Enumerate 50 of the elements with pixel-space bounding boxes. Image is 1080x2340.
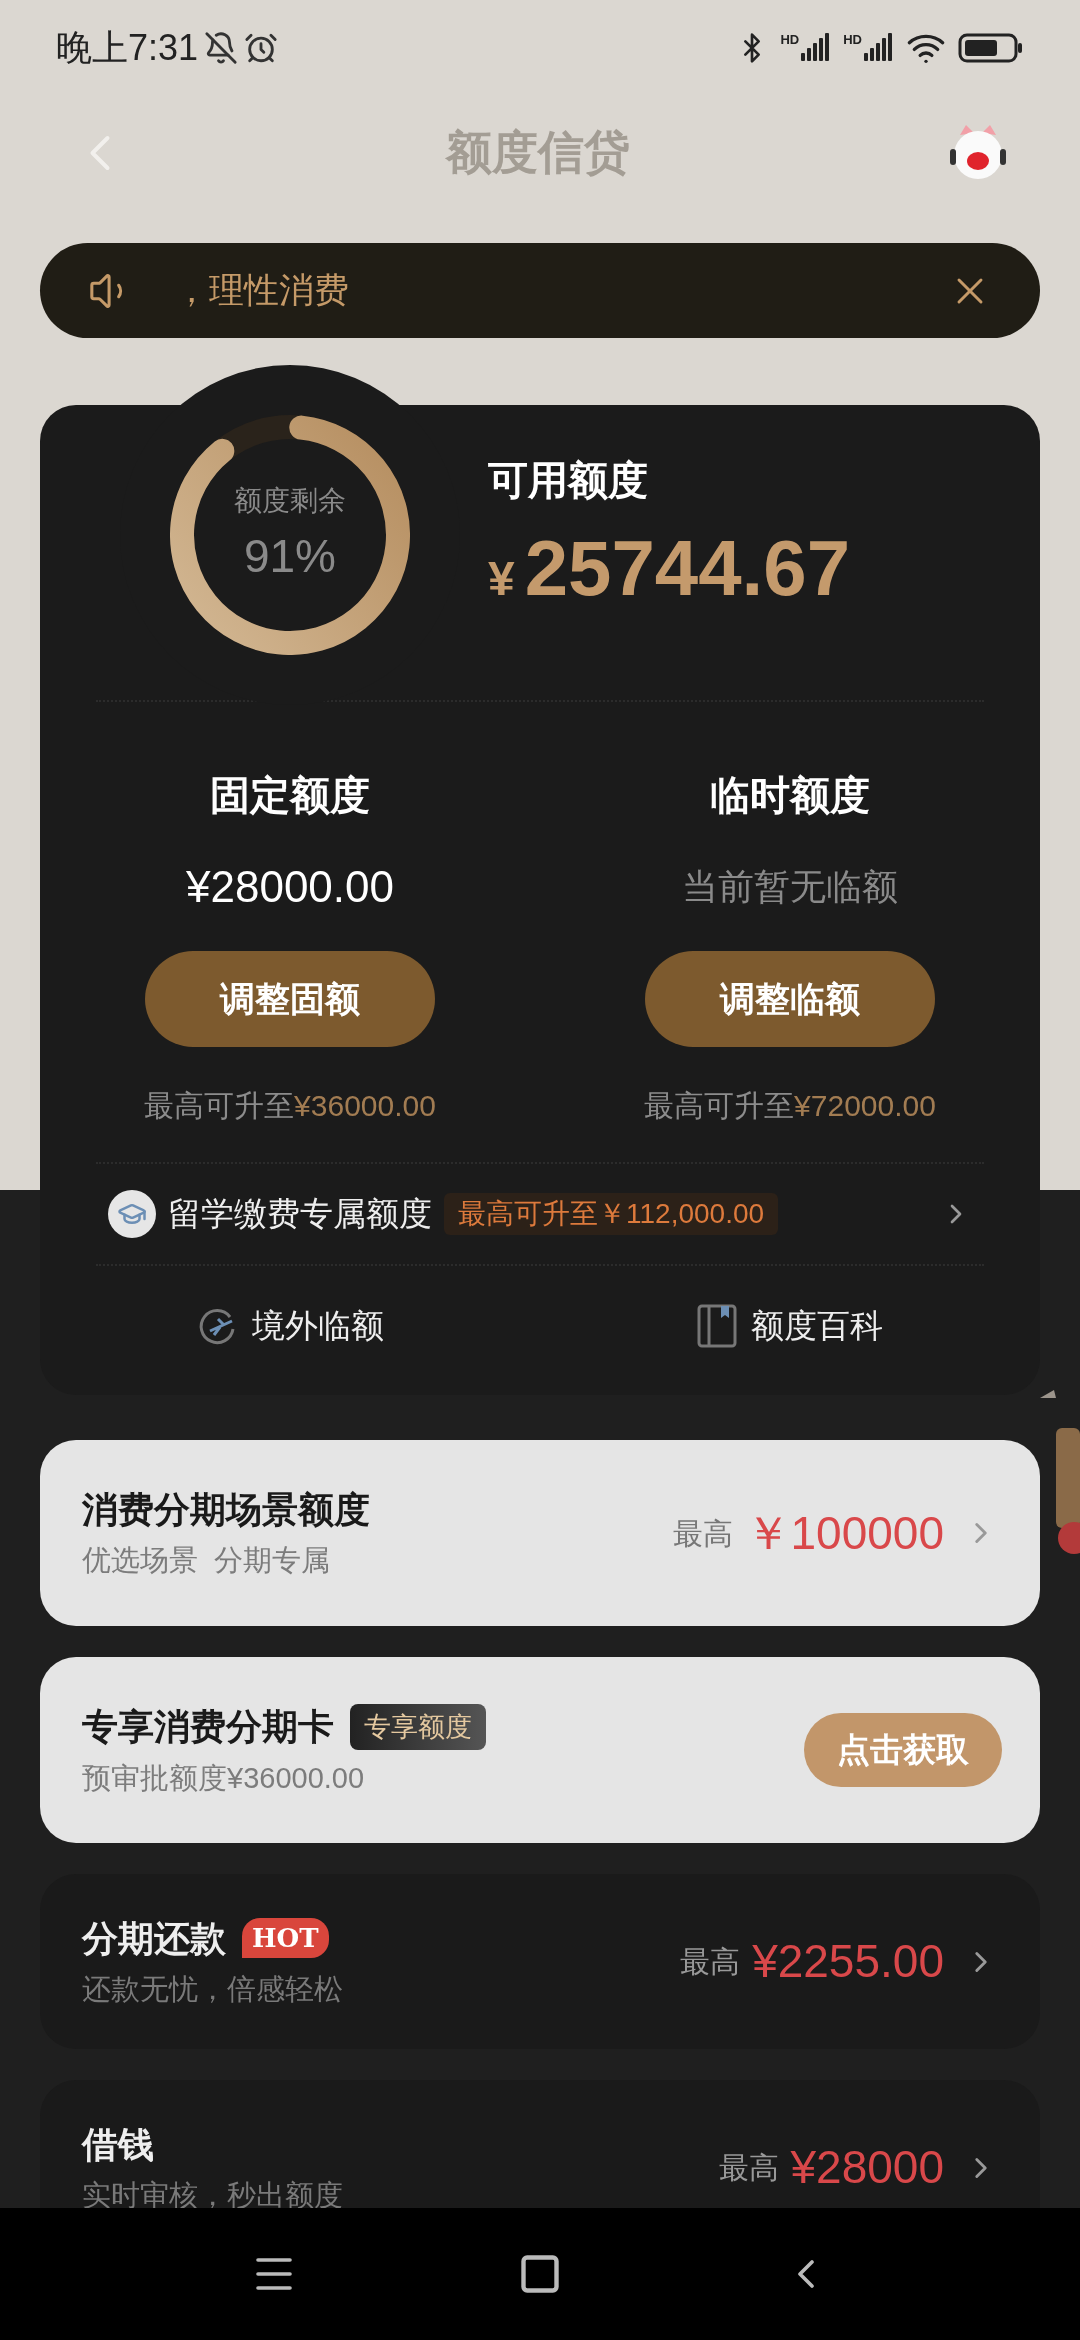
shortcut-label: 额度百科 (751, 1305, 883, 1346)
upgrade-amount: ¥72000.00 (794, 1088, 936, 1124)
ring-percent: 91% (243, 528, 337, 584)
adjust-button[interactable]: 调整固额 (145, 951, 435, 1047)
study-quota-row[interactable]: 留学缴费专属额度 最高可升至￥112,000.00 (40, 1164, 1040, 1264)
quota-title: 固定额度 (210, 772, 370, 819)
available-amount: 25744.67 (524, 523, 851, 614)
notice-text: ，理性消费 (174, 269, 350, 312)
max-amount: ¥28000 (790, 2140, 944, 2195)
shortcut-link[interactable]: 境外临额 (40, 1300, 540, 1351)
max-label: 最高 (680, 1944, 741, 1980)
product-tag: HOT (242, 1918, 329, 1959)
currency-symbol: ¥ (488, 551, 515, 607)
product-title: 借钱 (82, 2122, 154, 2167)
product-title: 专享消费分期卡 (82, 1705, 334, 1750)
quota-value: 当前暂无临额 (682, 865, 898, 909)
status-time: 晚上7:31 (56, 25, 199, 70)
product-title: 消费分期场景额度 (82, 1488, 370, 1533)
upgrade-label: 最高可升至 (644, 1088, 795, 1124)
book-icon (697, 1303, 737, 1348)
study-quota-label: 留学缴费专属额度 (168, 1194, 432, 1235)
bell-off-icon (204, 30, 239, 65)
graduation-cap-icon (108, 1190, 156, 1238)
max-label: 最高 (718, 2150, 779, 2186)
home-icon[interactable] (518, 2252, 562, 2296)
study-quota-badge: 最高可升至￥112,000.00 (444, 1193, 779, 1235)
network-label: HD (780, 32, 800, 46)
product-card[interactable]: 专享消费分期卡 专享额度 预审批额度¥36000.00 点击获取 (40, 1657, 1040, 1843)
shortcut-link[interactable]: 额度百科 (540, 1300, 1040, 1351)
ring-label: 额度剩余 (234, 483, 346, 518)
upgrade-amount: ¥36000.00 (294, 1088, 436, 1124)
product-subtitle: 优选场景 分期专属 (82, 1543, 332, 1579)
upgrade-label: 最高可升至 (144, 1088, 295, 1124)
quota-value: ¥28000.00 (186, 861, 394, 913)
product-title: 分期还款 (82, 1916, 226, 1961)
product-subtitle: 预审批额度¥36000.00 (82, 1760, 366, 1796)
network-label: HD (843, 32, 862, 46)
page-title: 额度信贷 (446, 125, 630, 180)
product-tag: 专享额度 (350, 1703, 486, 1750)
product-card[interactable]: 分期还款 HOT 还款无忧，倍感轻松 最高 ¥2255.00 (40, 1874, 1040, 2049)
product-subtitle: 还款无忧，倍感轻松 (82, 1971, 343, 2007)
shortcut-label: 境外临额 (252, 1305, 384, 1346)
max-amount: ¥2255.00 (752, 1934, 944, 1989)
product-card[interactable]: 消费分期场景额度 优选场景 分期专属 最高 ￥100000 (40, 1440, 1040, 1626)
quota-title: 临时额度 (710, 772, 870, 819)
available-label: 可用额度 (488, 457, 649, 504)
battery-icon (958, 32, 1024, 63)
max-label: 最高 (672, 1515, 733, 1552)
max-amount: ￥100000 (744, 1505, 944, 1561)
adjust-button[interactable]: 调整临额 (645, 951, 935, 1047)
